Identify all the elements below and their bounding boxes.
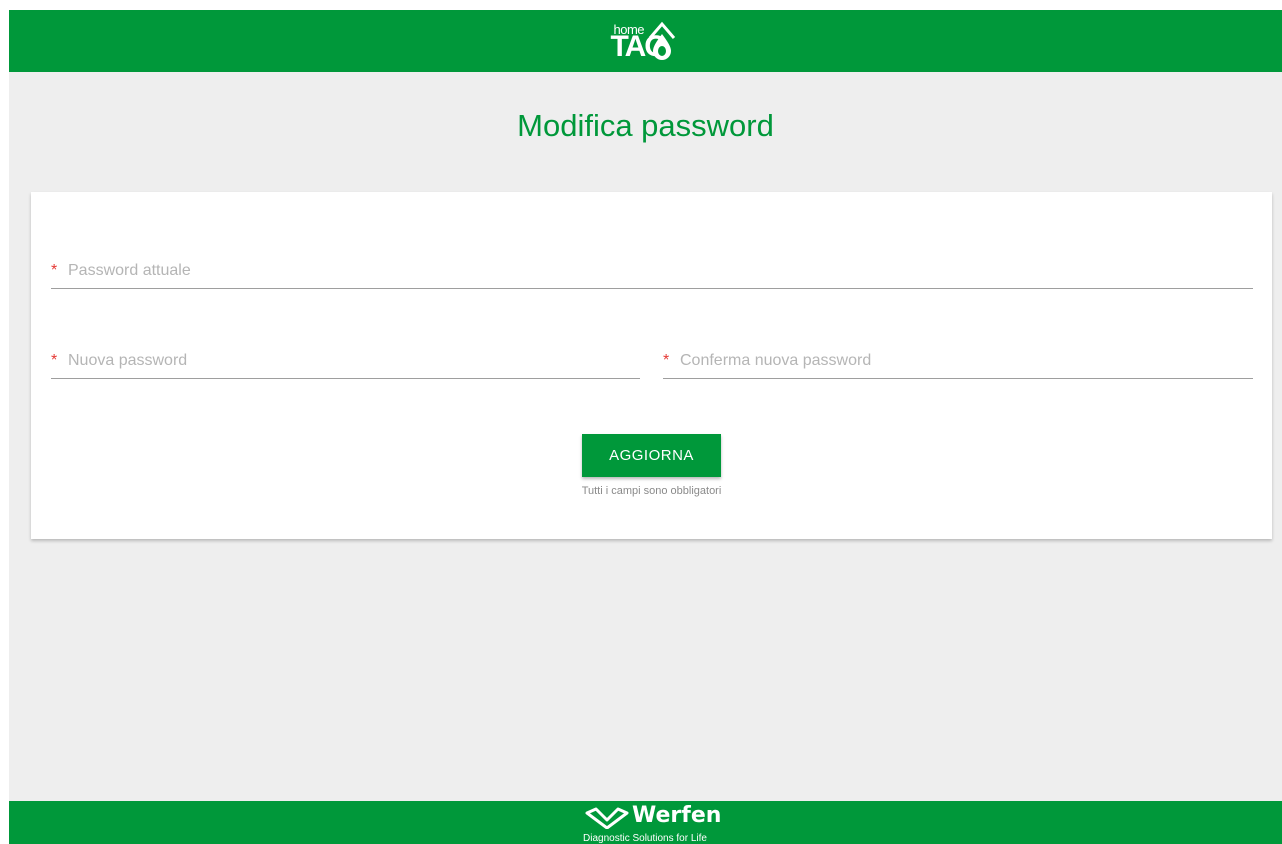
required-asterisk: *: [51, 262, 58, 279]
change-password-card: * Password attuale * Nuova password * Co…: [31, 192, 1272, 539]
werfen-brand-text: Werfen: [632, 803, 722, 828]
werfen-tagline: Diagnostic Solutions for Life: [583, 833, 707, 844]
confirm-password-placeholder: Conferma nuova password: [680, 352, 872, 369]
app-frame: home TAO Modifica password * Password at…: [9, 10, 1282, 844]
current-password-field[interactable]: * Password attuale: [51, 254, 1253, 289]
hometao-logo[interactable]: home TAO: [611, 16, 681, 66]
required-asterisk: *: [51, 352, 58, 369]
required-asterisk: *: [663, 352, 670, 369]
header-bar: home TAO: [9, 10, 1282, 72]
confirm-password-field[interactable]: * Conferma nuova password: [663, 344, 1253, 379]
current-password-placeholder: Password attuale: [68, 262, 191, 279]
footer-bar: Werfen Diagnostic Solutions for Life: [9, 801, 1282, 844]
update-button[interactable]: AGGIORNA: [582, 434, 721, 477]
werfen-logo-icon: [585, 807, 629, 829]
new-password-field[interactable]: * Nuova password: [51, 344, 640, 379]
page-title: Modifica password: [517, 108, 774, 143]
new-password-placeholder: Nuova password: [68, 352, 188, 369]
drop-roof-icon: [648, 21, 675, 60]
required-fields-note: Tutti i campi sono obbligatori: [581, 485, 722, 497]
